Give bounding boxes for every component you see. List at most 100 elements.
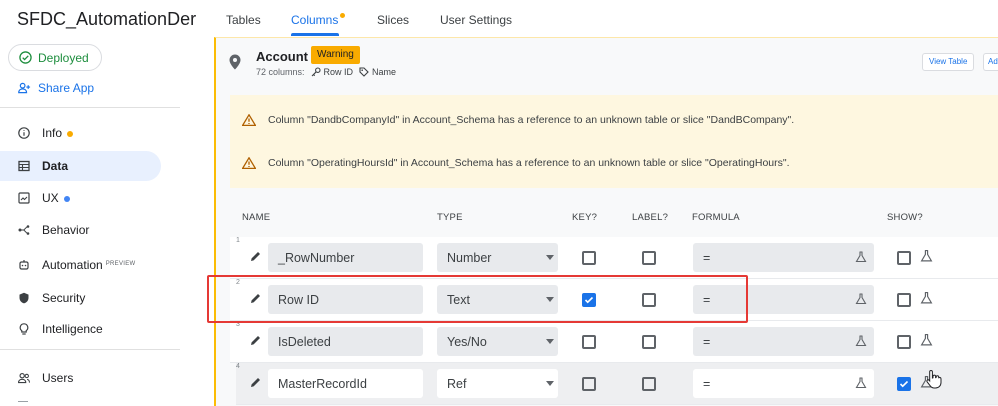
notification-dot — [340, 13, 346, 18]
column-type-select[interactable]: Yes/No — [437, 327, 558, 356]
pencil-icon[interactable] — [250, 251, 261, 262]
sidebar-item-data[interactable]: Data — [0, 151, 161, 181]
sidebar-item-info[interactable]: Info — [0, 118, 161, 148]
table-panel: Account Warning 72 columns: Row ID Name … — [214, 37, 998, 406]
view-table-button[interactable]: View Table — [922, 53, 975, 71]
show-checkbox[interactable] — [897, 377, 911, 391]
key-checkbox[interactable] — [582, 335, 596, 349]
show-checkbox[interactable] — [897, 335, 911, 349]
row-number: 4 — [236, 363, 240, 370]
column-type-select[interactable]: Ref — [437, 369, 558, 398]
alert-text: Column "DandbCompanyId" in Account_Schem… — [268, 114, 795, 126]
shield-icon — [18, 292, 30, 304]
flask-icon[interactable] — [855, 293, 867, 305]
warning-icon — [242, 114, 256, 126]
flask-icon[interactable] — [855, 335, 867, 347]
table-meta: 72 columns: Row ID Name — [256, 67, 396, 77]
key-checkbox[interactable] — [582, 377, 596, 391]
sidebar-item-label: Security — [42, 291, 86, 305]
table-row: 1 _RowNumber Number = — [230, 237, 998, 279]
pencil-icon[interactable] — [250, 377, 261, 388]
app-title: SFDC_AutomationDer — [17, 9, 197, 29]
sidebar-item-automation[interactable]: Automation PREVIEW — [0, 250, 161, 280]
flask-icon[interactable] — [920, 249, 933, 263]
chevron-down-icon — [546, 255, 554, 260]
label-checkbox[interactable] — [642, 377, 656, 391]
column-type-value: Yes/No — [447, 334, 487, 349]
warning-badge: Warning — [311, 46, 360, 64]
column-header-show: SHOW? — [887, 212, 923, 223]
columns-count: 72 columns: — [256, 67, 305, 77]
label-checkbox[interactable] — [642, 335, 656, 349]
sidebar-item-label: Info — [42, 126, 74, 140]
flask-icon[interactable] — [920, 291, 933, 305]
pencil-icon[interactable] — [250, 335, 261, 346]
behavior-icon — [18, 224, 30, 236]
warning-icon — [242, 157, 256, 169]
sidebar-item-behavior[interactable]: Behavior — [0, 215, 161, 245]
sidebar-item-security[interactable]: Security — [0, 283, 161, 313]
app-root: SFDC_AutomationDer Deployed Share App In… — [0, 0, 998, 406]
column-header-label: LABEL? — [632, 212, 669, 223]
show-checkbox[interactable] — [897, 251, 911, 265]
tab-slices[interactable]: Slices — [377, 13, 409, 27]
chevron-down-icon — [546, 339, 554, 344]
column-name-field[interactable]: IsDeleted — [268, 327, 423, 356]
column-name-field[interactable]: MasterRecordId — [268, 369, 423, 398]
deployed-label: Deployed — [38, 50, 89, 65]
tag-icon — [359, 67, 369, 77]
sidebar-item-ux[interactable]: UX — [0, 183, 161, 213]
sidebar-item-users[interactable]: Users — [0, 363, 161, 393]
tab-columns-label: Columns — [291, 13, 339, 27]
flask-icon[interactable] — [855, 251, 867, 263]
check-icon — [899, 380, 909, 388]
sidebar-item-intelligence[interactable]: Intelligence — [0, 314, 161, 344]
label-column: Name — [359, 67, 396, 77]
show-checkbox[interactable] — [897, 293, 911, 307]
active-tab-indicator — [291, 33, 339, 36]
flask-icon[interactable] — [855, 377, 867, 389]
label-checkbox[interactable] — [642, 251, 656, 265]
column-type-select[interactable]: Number — [437, 243, 558, 272]
tab-tables[interactable]: Tables — [226, 13, 261, 27]
flask-icon[interactable] — [920, 333, 933, 347]
label-column-label: Name — [372, 67, 397, 77]
sidebar: SFDC_AutomationDer Deployed Share App In… — [0, 0, 196, 406]
table-row: 3 IsDeleted Yes/No = — [230, 321, 998, 363]
partial-icon — [18, 401, 28, 402]
formula-value: = — [703, 250, 711, 265]
column-header-name: NAME — [242, 212, 271, 223]
users-icon — [18, 372, 30, 384]
formula-field[interactable]: = — [693, 369, 874, 398]
table-icon — [18, 160, 30, 172]
share-app-label: Share App — [38, 81, 95, 95]
check-circle-icon — [19, 51, 32, 64]
share-app-button[interactable]: Share App — [18, 81, 94, 95]
automation-icon — [18, 259, 30, 271]
formula-value: = — [703, 376, 711, 391]
deployed-button[interactable]: Deployed — [8, 44, 102, 71]
highlight-box — [207, 275, 748, 323]
tab-columns[interactable]: Columns — [291, 13, 346, 27]
sidebar-item-label: Users — [42, 371, 74, 385]
add-button[interactable]: Ad — [983, 53, 998, 71]
divider — [0, 349, 180, 350]
key-column: Row ID — [311, 67, 354, 77]
divider — [0, 107, 180, 108]
column-name-field[interactable]: _RowNumber — [268, 243, 423, 272]
table-row: 4 MasterRecordId Ref = — [236, 363, 998, 405]
column-type-value: Ref — [447, 376, 467, 391]
table-header: Account Warning 72 columns: Row ID Name … — [216, 38, 998, 86]
formula-field[interactable]: = — [693, 243, 874, 272]
key-column-label: Row ID — [323, 67, 354, 77]
chevron-down-icon — [546, 381, 554, 386]
key-checkbox[interactable] — [582, 251, 596, 265]
formula-field[interactable]: = — [693, 327, 874, 356]
row-number: 1 — [236, 237, 240, 244]
formula-value: = — [703, 334, 711, 349]
tab-user-settings[interactable]: User Settings — [440, 13, 512, 27]
preview-badge: PREVIEW — [105, 261, 136, 267]
notification-dot — [63, 196, 70, 202]
warning-alert: Column "OperatingHoursId" in Account_Sch… — [230, 138, 998, 188]
sidebar-item-label: Intelligence — [42, 322, 103, 336]
